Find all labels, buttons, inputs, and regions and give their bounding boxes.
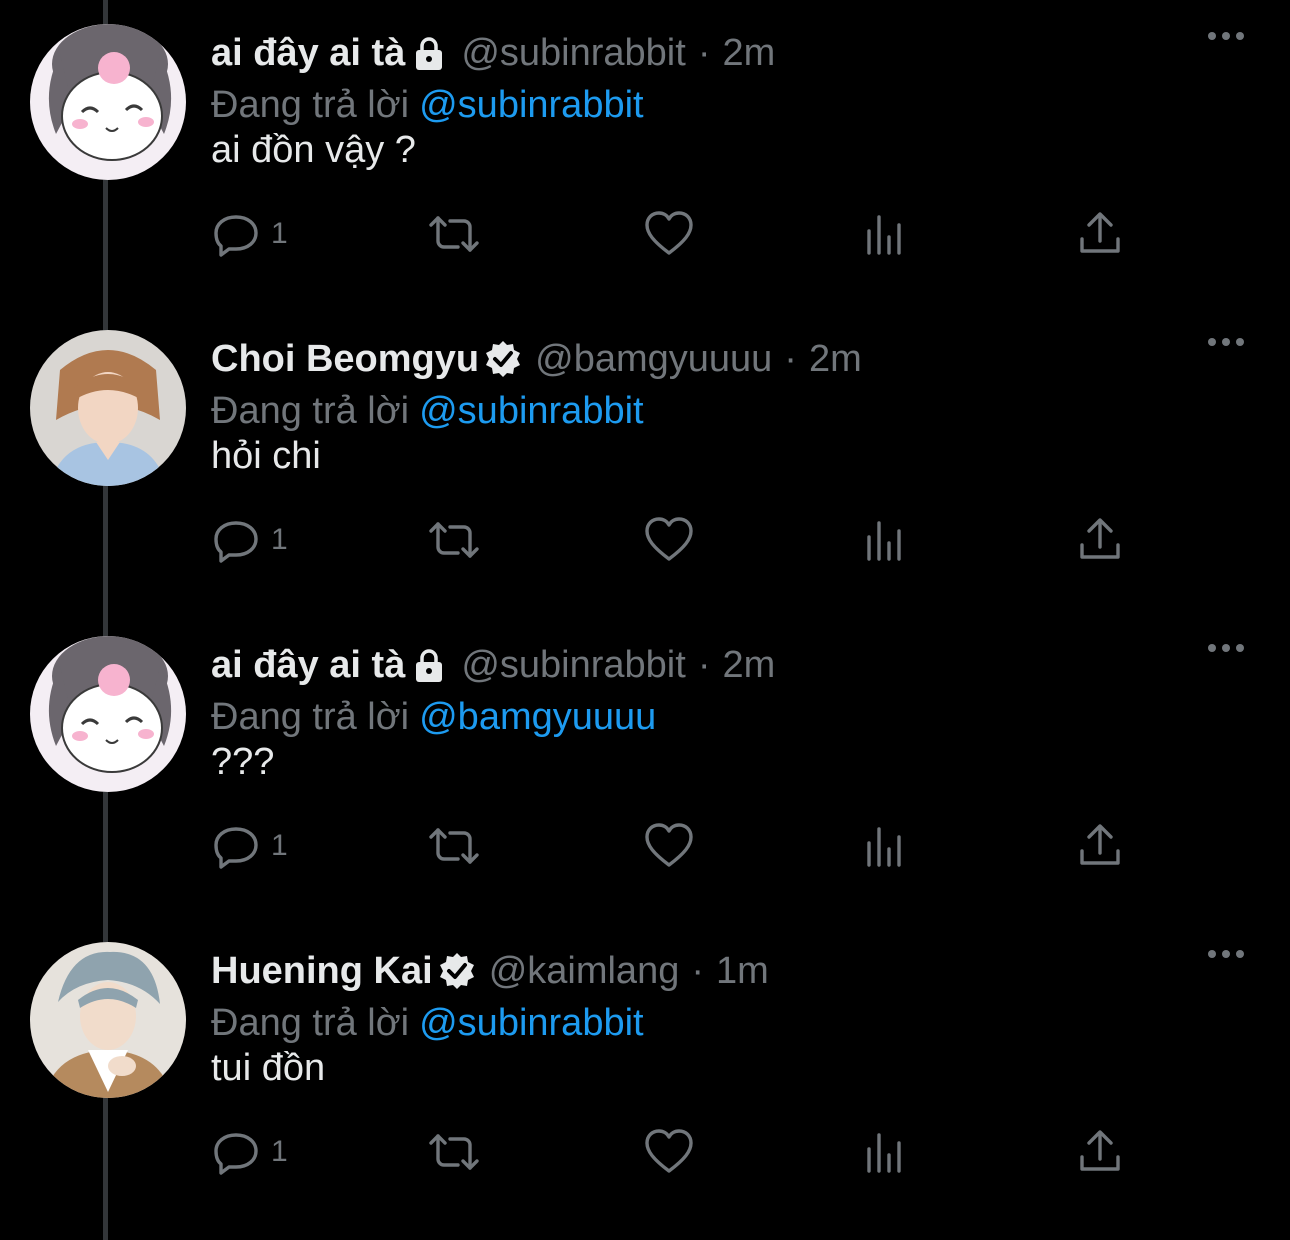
share-icon — [1080, 1130, 1120, 1171]
views-button[interactable] — [863, 206, 907, 262]
action-bar: 1 — [211, 206, 1131, 262]
tweet-text: hỏi chi — [211, 435, 321, 477]
display-name[interactable]: ai đây ai tà — [211, 640, 405, 690]
reply-icon — [214, 827, 258, 869]
tweet[interactable]: ai đây ai tà @subinrabbit · 2m Đang trả … — [0, 0, 1290, 306]
action-bar: 1 — [211, 818, 1131, 874]
more-options-icon[interactable] — [1206, 628, 1246, 668]
tweet[interactable]: ai đây ai tà @subinrabbit · 2m Đang trả … — [0, 612, 1290, 918]
retweet-button[interactable] — [425, 512, 483, 568]
separator-dot: · — [784, 338, 797, 380]
retweet-button[interactable] — [425, 1124, 483, 1180]
timestamp[interactable]: 2m — [809, 334, 862, 384]
views-button[interactable] — [863, 1124, 907, 1180]
user-handle[interactable]: @bamgyuuuu — [535, 334, 772, 384]
verified-icon — [437, 951, 477, 991]
replying-to-handle[interactable]: @bamgyuuuu — [419, 696, 656, 738]
replying-to-handle[interactable]: @subinrabbit — [419, 84, 643, 126]
analytics-icon — [867, 827, 901, 867]
tweet-header: ai đây ai tà @subinrabbit · 2m — [211, 640, 775, 690]
reply-icon — [214, 1133, 258, 1175]
like-button[interactable] — [643, 818, 695, 874]
share-icon — [1080, 212, 1120, 253]
user-handle[interactable]: @subinrabbit — [461, 640, 685, 690]
display-name[interactable]: Huening Kai — [211, 946, 433, 996]
separator-dot: · — [697, 32, 711, 74]
reply-button[interactable]: 1 — [211, 512, 288, 568]
tweet-header: Choi Beomgyu @bamgyuuuu · 2m — [211, 334, 862, 384]
more-options-icon[interactable] — [1206, 322, 1246, 362]
user-handle[interactable]: @kaimlang — [489, 946, 680, 996]
retweet-button[interactable] — [425, 818, 483, 874]
replying-to-handle[interactable]: @subinrabbit — [419, 1002, 643, 1044]
reply-button[interactable]: 1 — [211, 818, 288, 874]
display-name[interactable]: Choi Beomgyu — [211, 334, 479, 384]
retweet-icon — [429, 828, 479, 864]
avatar[interactable] — [30, 636, 186, 792]
avatar[interactable] — [30, 330, 186, 486]
like-button[interactable] — [643, 206, 695, 262]
reply-icon — [214, 215, 258, 257]
avatar[interactable] — [30, 24, 186, 180]
like-button[interactable] — [643, 1124, 695, 1180]
analytics-icon — [867, 215, 901, 255]
share-button[interactable] — [1077, 512, 1123, 568]
tweet-text: ??? — [211, 741, 275, 783]
analytics-icon — [867, 1133, 901, 1173]
tweet-text: tui đồn — [211, 1047, 326, 1089]
like-button[interactable] — [643, 512, 695, 568]
share-icon — [1080, 518, 1120, 559]
separator-dot: · — [697, 644, 711, 686]
reply-button[interactable]: 1 — [211, 206, 288, 262]
tweet-header: ai đây ai tà @subinrabbit · 2m — [211, 28, 775, 78]
separator-dot: · — [691, 950, 704, 992]
analytics-icon — [867, 521, 901, 561]
tweet[interactable]: Choi Beomgyu @bamgyuuuu · 2m Đang trả lờ… — [0, 306, 1290, 612]
reply-count: 1 — [271, 1135, 288, 1168]
retweet-button[interactable] — [425, 206, 483, 262]
heart-icon — [645, 823, 693, 867]
action-bar: 1 — [211, 1124, 1131, 1180]
share-button[interactable] — [1077, 818, 1123, 874]
share-icon — [1080, 824, 1120, 865]
replying-to: Đang trả lời @bamgyuuuu — [211, 692, 656, 742]
replying-to-handle[interactable]: @subinrabbit — [419, 390, 643, 432]
lock-icon — [409, 33, 449, 73]
heart-icon — [645, 211, 693, 255]
reply-button[interactable]: 1 — [211, 1124, 288, 1180]
retweet-icon — [429, 216, 479, 252]
avatar[interactable] — [30, 942, 186, 1098]
reply-count: 1 — [271, 217, 288, 250]
heart-icon — [645, 517, 693, 561]
more-options-icon[interactable] — [1206, 16, 1246, 56]
timestamp[interactable]: 2m — [722, 640, 775, 690]
tweet-text: ai đồn vậy ? — [211, 129, 416, 171]
share-button[interactable] — [1077, 1124, 1123, 1180]
lock-icon — [409, 645, 449, 685]
timestamp[interactable]: 2m — [722, 28, 775, 78]
tweet-header: Huening Kai @kaimlang · 1m — [211, 946, 769, 996]
timestamp[interactable]: 1m — [716, 946, 769, 996]
display-name[interactable]: ai đây ai tà — [211, 28, 405, 78]
retweet-icon — [429, 1134, 479, 1170]
share-button[interactable] — [1077, 206, 1123, 262]
heart-icon — [645, 1129, 693, 1173]
action-bar: 1 — [211, 512, 1131, 568]
views-button[interactable] — [863, 512, 907, 568]
tweet[interactable]: Huening Kai @kaimlang · 1m Đang trả lời @… — [0, 918, 1290, 1224]
user-handle[interactable]: @subinrabbit — [461, 28, 685, 78]
reply-icon — [214, 521, 258, 563]
verified-icon — [483, 339, 523, 379]
more-options-icon[interactable] — [1206, 934, 1246, 974]
views-button[interactable] — [863, 818, 907, 874]
retweet-icon — [429, 522, 479, 558]
reply-count: 1 — [271, 523, 288, 556]
reply-count: 1 — [271, 829, 288, 862]
